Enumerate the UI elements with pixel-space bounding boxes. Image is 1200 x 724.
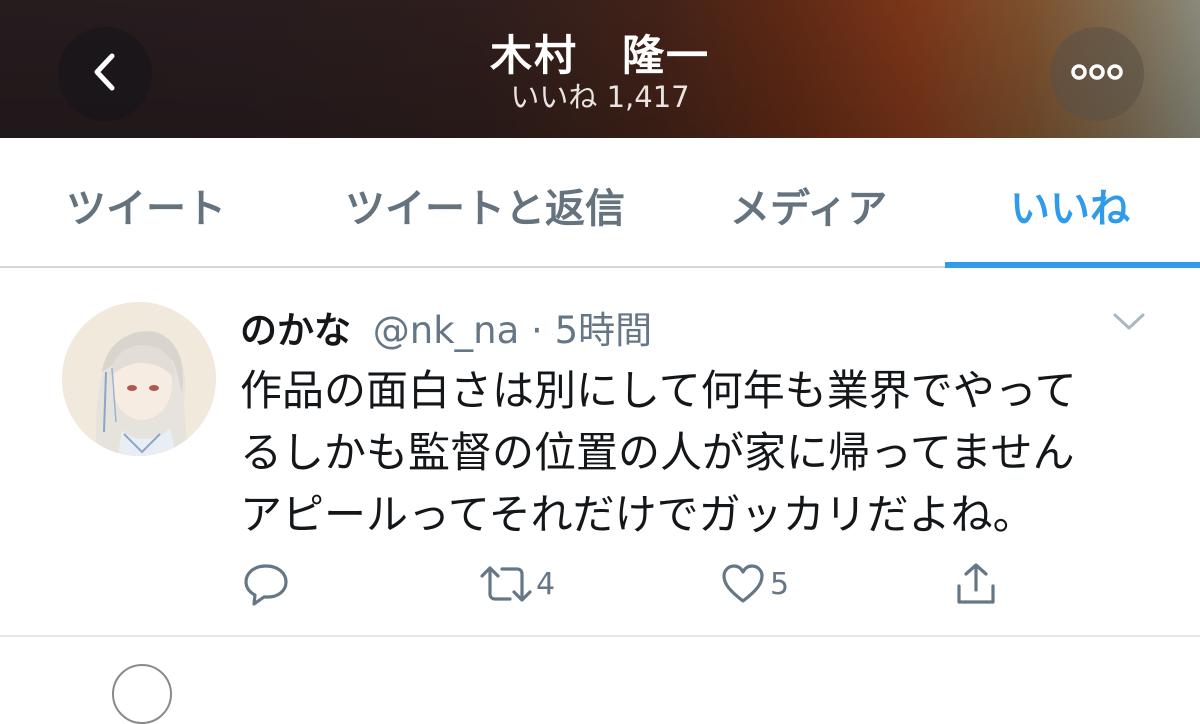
profile-tabs: ツイート ツイートと返信 メディア いいね xyxy=(0,138,1200,268)
retweet-icon xyxy=(480,564,532,604)
tab-tweets-and-replies[interactable]: ツイートと返信 xyxy=(345,176,625,236)
tab-media[interactable]: メディア xyxy=(730,176,887,236)
avatar[interactable] xyxy=(112,664,172,724)
tweet-header: のかな @nk_na · 5時間 xyxy=(240,300,652,354)
tab-tweets[interactable]: ツイート xyxy=(66,176,226,236)
like-button[interactable]: 5 xyxy=(720,562,789,606)
tweet-card[interactable]: のかな @nk_na · 5時間 作品の面白さは別にして何年も業界でやって るし… xyxy=(0,268,1200,636)
tweet-text: 作品の面白さは別にして何年も業界でやって るしかも監督の位置の人が家に帰ってませ… xyxy=(240,360,1140,546)
more-dots-icon xyxy=(1071,64,1123,84)
tweet-text-line: るしかも監督の位置の人が家に帰ってません xyxy=(240,428,1075,477)
author-handle[interactable]: @nk_na xyxy=(373,309,520,352)
author-name[interactable]: のかな xyxy=(240,309,351,352)
share-icon xyxy=(954,562,998,606)
profile-header: 木村 隆一 いいね 1,417 xyxy=(0,0,1200,138)
tweet-text-line: アピールってそれだけでガッカリだよね。 xyxy=(240,490,1035,539)
tweet-divider xyxy=(0,635,1200,637)
reply-button[interactable] xyxy=(242,562,290,606)
reply-icon xyxy=(242,562,290,606)
like-count: 5 xyxy=(770,566,790,602)
chevron-down-icon[interactable] xyxy=(1112,310,1146,334)
retweet-count: 4 xyxy=(536,566,556,602)
heart-icon xyxy=(720,563,766,605)
tweet-text-line: 作品の面白さは別にして何年も業界でやって xyxy=(240,366,1077,415)
avatar[interactable] xyxy=(62,302,216,456)
retweet-button[interactable]: 4 xyxy=(480,562,555,606)
likes-count-subtitle: いいね 1,417 xyxy=(510,80,690,114)
tweet-time: · 5時間 xyxy=(531,309,653,352)
more-button[interactable] xyxy=(1050,27,1144,121)
tab-likes[interactable]: いいね xyxy=(1010,176,1130,236)
share-button[interactable] xyxy=(954,562,998,606)
